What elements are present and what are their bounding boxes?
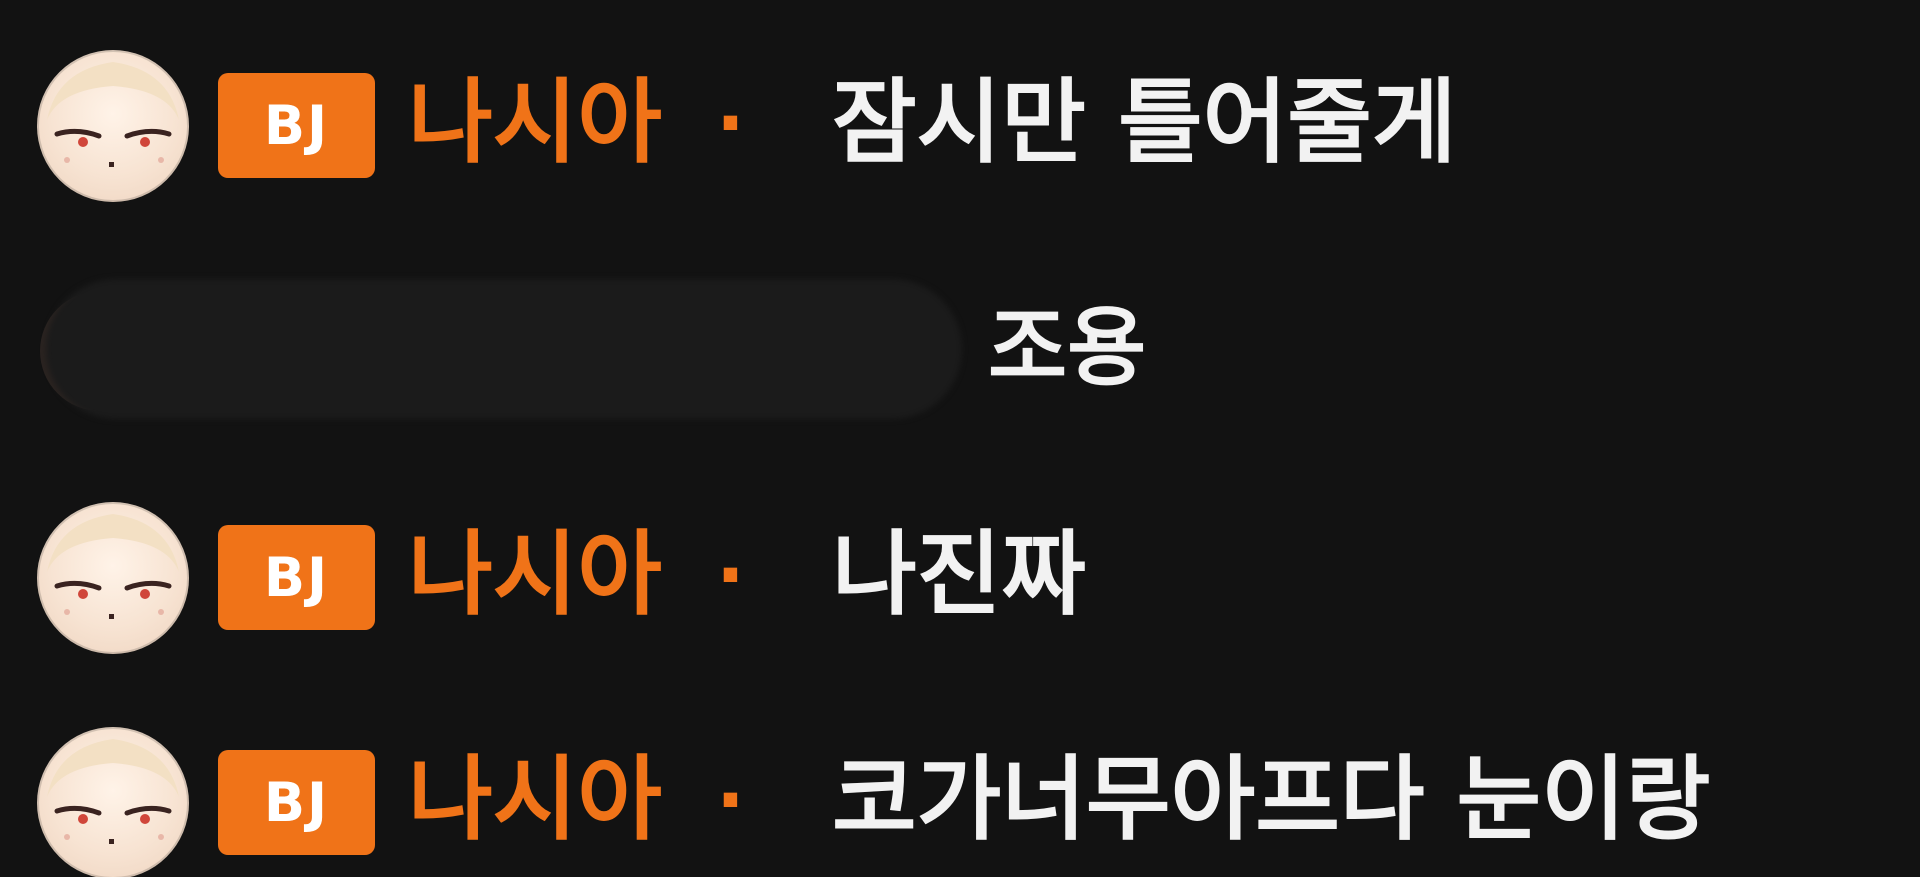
bj-badge: BJ — [218, 525, 375, 630]
chat-message: 조용 — [0, 275, 1920, 435]
nickname[interactable]: 나시아 — [408, 510, 662, 640]
chat-message: BJ 나시아 · 나진짜 — [0, 500, 1920, 660]
nickname[interactable]: 나시아 — [408, 735, 662, 865]
separator-dot: · — [716, 755, 745, 844]
chat-message: BJ 나시아 · 코가너무아프다 눈이랑 — [0, 725, 1920, 877]
message-text: 잠시만 틀어줄게 — [832, 69, 1457, 176]
bj-badge: BJ — [218, 750, 375, 855]
user-avatar-icon[interactable] — [37, 50, 189, 202]
message-text: 나진짜 — [832, 521, 1086, 628]
message-text: 조용 — [988, 298, 1147, 398]
bj-badge: BJ — [218, 73, 375, 178]
chat-list: BJ 나시아 · 잠시만 틀어줄게 조용 BJ 나시아 · 나진짜 BJ 나시아… — [0, 0, 1920, 877]
user-avatar-icon[interactable] — [37, 727, 189, 877]
separator-dot: · — [716, 78, 745, 167]
nickname[interactable]: 나시아 — [408, 58, 662, 188]
user-avatar-icon[interactable] — [37, 502, 189, 654]
redaction-bar — [46, 279, 962, 419]
chat-message: BJ 나시아 · 잠시만 틀어줄게 — [0, 48, 1920, 208]
separator-dot: · — [716, 530, 745, 619]
message-text: 코가너무아프다 눈이랑 — [832, 746, 1711, 853]
